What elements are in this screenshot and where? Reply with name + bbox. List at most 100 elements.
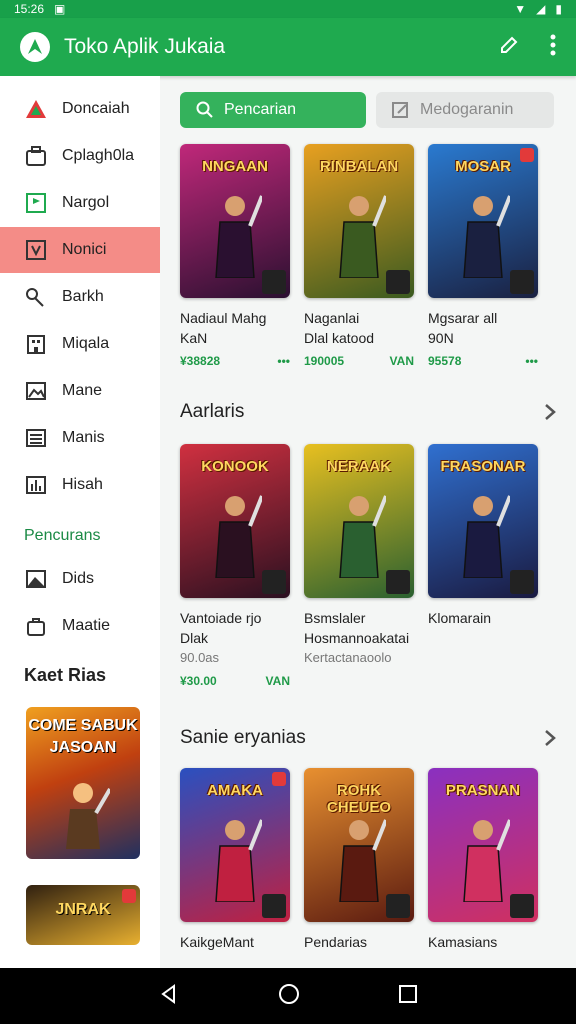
warning-triangle-icon <box>24 97 48 121</box>
app-thumbnail[interactable]: PRASNAN <box>428 768 538 922</box>
sidebar-item-label: Mane <box>62 382 103 399</box>
sidebar-item-label: Doncaiah <box>62 100 130 117</box>
search-button[interactable]: Pencarian <box>180 92 366 128</box>
app-thumbnail[interactable]: RINBALAN <box>304 144 414 298</box>
sidebar-item-label: Dids <box>62 570 95 587</box>
app-meta: 95578 ••• <box>428 354 538 368</box>
thumbnail-title: AMAKA <box>207 782 263 799</box>
sidebar-item-maatie[interactable]: Maatie <box>0 603 160 649</box>
thumbnail-title: FRASONAR <box>440 458 526 475</box>
hero-character-icon <box>215 195 262 278</box>
app-thumbnail[interactable]: NNGAAN <box>180 144 290 298</box>
hero-character-icon <box>339 819 386 902</box>
app-card[interactable]: ROHK CHEUEO Pendarias <box>304 768 414 952</box>
app-badge-icon <box>510 270 534 294</box>
sidebar-item-doncaiah[interactable]: Doncaiah <box>0 86 160 132</box>
thumbnail-title: KONOOK <box>201 458 269 475</box>
sidebar-item-nonici[interactable]: Nonici <box>0 227 160 273</box>
hero-character-icon <box>215 819 262 902</box>
app-rating: ••• <box>277 354 290 368</box>
app-subtitle: 90N <box>428 330 454 346</box>
app-card[interactable]: MOSAR Mgsarar all 90N 95578 ••• <box>428 144 538 368</box>
app-badge-icon <box>386 270 410 294</box>
app-rating: VAN <box>389 354 414 368</box>
hero-character-icon <box>339 495 386 578</box>
app-thumbnail[interactable]: MOSAR <box>428 144 538 298</box>
sidebar-item-dids[interactable]: Dids <box>0 556 160 602</box>
app-thumbnail[interactable]: ROHK CHEUEO <box>304 768 414 922</box>
chevron-right-icon[interactable] <box>544 729 556 747</box>
app-title: Toko Aplik Jukaia <box>64 35 226 58</box>
more-options-icon[interactable] <box>550 34 556 61</box>
app-name: Naganlai <box>304 310 360 326</box>
app-thumbnail[interactable]: FRASONAR <box>428 444 538 598</box>
app-badge-icon <box>262 270 286 294</box>
sidebar-item-miqala[interactable]: Miqala <box>0 321 160 367</box>
search-icon <box>196 101 214 119</box>
signal-icon: ▼ <box>514 2 527 16</box>
hero-character-icon <box>339 195 386 278</box>
back-icon[interactable] <box>159 983 179 1009</box>
sidebar-item-label: Nargol <box>62 194 110 211</box>
filter-button[interactable]: Medogaranin <box>376 92 554 128</box>
section-header-2[interactable]: Aarlaris <box>160 392 576 432</box>
app-name: KaikgeMant <box>180 934 254 950</box>
app-name: Vantoiade rjo <box>180 610 262 626</box>
app-name: Mgsarar all <box>428 310 498 326</box>
briefcase-icon <box>24 144 48 168</box>
app-badge-icon <box>386 894 410 918</box>
list-icon <box>24 426 48 450</box>
main-content: Pencarian Medogaranin NNGAAN Nadiaul Mahg… <box>160 76 576 968</box>
edit-icon[interactable] <box>498 34 520 61</box>
sidebar-item-manis[interactable]: Manis <box>0 415 160 461</box>
photo-icon <box>24 567 48 591</box>
sidebar-item-cplagh0la[interactable]: Cplagh0la <box>0 133 160 179</box>
sidebar-section-label: Pencurans <box>24 527 101 544</box>
thumbnail-title: RINBALAN <box>319 158 399 175</box>
sidebar-item-barkh[interactable]: Barkh <box>0 274 160 320</box>
app-badge-icon <box>262 894 286 918</box>
sidebar-item-mane[interactable]: Mane <box>0 368 160 414</box>
app-thumbnail[interactable]: KONOOK <box>180 444 290 598</box>
sidebar-item-label: Hisah <box>62 476 103 493</box>
thumbnail-title: PRASNAN <box>445 782 521 799</box>
app-thumbnail[interactable]: AMAKA <box>180 768 290 922</box>
app-bar: Toko Aplik Jukaia <box>0 18 576 76</box>
app-price: ¥30.00 <box>180 674 217 688</box>
sidebar-item-nargol[interactable]: Nargol <box>0 180 160 226</box>
promo-banner[interactable]: COME SABUK JASOAN <box>26 707 140 859</box>
sidebar-heading: Kaet Rias <box>24 664 107 685</box>
sidebar-item-hisah[interactable]: Hisah <box>0 462 160 508</box>
recents-icon[interactable] <box>398 984 417 1008</box>
battery-icon: ▮ <box>555 2 562 16</box>
app-card[interactable]: KONOOK Vantoiade rjo Dlak 90.0as ¥30.00 VAN <box>180 444 290 688</box>
app-name: Pendarias <box>304 934 368 950</box>
thumbnail-title: MOSAR <box>455 158 511 175</box>
sidebar: Doncaiah Cplagh0la Nargol Nonici Barkh M… <box>0 76 160 968</box>
search-button-label: Pencarian <box>224 101 297 118</box>
app-grid-row-2: KONOOK Vantoiade rjo Dlak 90.0as ¥30.00 VAN NE… <box>160 444 576 688</box>
home-icon[interactable] <box>278 983 300 1010</box>
app-price: ¥38828 <box>180 354 221 368</box>
app-card[interactable]: RINBALAN Naganlai Dlal katood 190005 VAN <box>304 144 414 368</box>
app-name: Kamasians <box>428 934 498 950</box>
app-thumbnail[interactable]: NERAAK <box>304 444 414 598</box>
app-card[interactable]: AMAKA KaikgeMant <box>180 768 290 952</box>
promo-banner-2[interactable]: JNRAK <box>26 885 140 945</box>
filter-button-label: Medogaranin <box>420 101 514 118</box>
section-title: Aarlaris <box>180 401 245 422</box>
app-card[interactable]: FRASONAR Klomarain <box>428 444 538 688</box>
promo-banner-text: COME SABUK JASOAN <box>28 717 138 756</box>
bag-icon <box>24 614 48 638</box>
app-extra: Kertactanaoolo <box>304 650 392 665</box>
app-card[interactable]: NNGAAN Nadiaul Mahg KaN ¥38828 ••• <box>180 144 290 368</box>
app-card[interactable]: PRASNAN Kamasians <box>428 768 538 952</box>
app-grid-row-1: NNGAAN Nadiaul Mahg KaN ¥38828 ••• RINBALAN Na… <box>160 144 576 368</box>
app-price: 190005 <box>304 354 345 368</box>
status-time: 15:26 <box>14 2 45 16</box>
section-header-3[interactable]: Sanie eryanias <box>160 718 576 758</box>
chevron-right-icon[interactable] <box>544 403 556 421</box>
thumbnail-title: NNGAAN <box>202 158 268 175</box>
app-card[interactable]: NERAAK Bsmslaler Hosmannoakatai Kertactanao… <box>304 444 414 688</box>
wifi-icon: ◢ <box>536 2 546 16</box>
